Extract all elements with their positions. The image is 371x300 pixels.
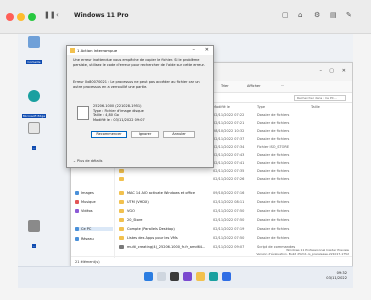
more-icon[interactable]: ··· — [281, 84, 284, 88]
folder-icon — [119, 200, 124, 204]
file-name: 25206.1000 (221028-1951) — [93, 104, 142, 108]
folder-icon — [119, 236, 124, 240]
script-icon — [119, 245, 124, 249]
column-header-size[interactable]: Taille — [311, 105, 320, 109]
item-count: 21 élément(s) — [75, 260, 100, 264]
file-info: 25206.1000 (221028-1951) Type : Fichier … — [93, 104, 145, 122]
file-row[interactable]: Compte (Parallels Desktop) 02/11/2022 07:… — [119, 226, 349, 234]
nav-item-network[interactable]: Réseau — [75, 237, 94, 241]
edge-icon — [28, 90, 40, 102]
evaluation-watermark: Windows 11 Professionnel Insider Preview… — [256, 248, 349, 256]
nav-item-this-pc[interactable]: Ce PC — [75, 227, 113, 231]
column-header-date[interactable]: Modifié le — [213, 105, 230, 109]
folder-icon — [119, 191, 124, 195]
pause-icon[interactable]: ❚❚ — [44, 11, 56, 19]
taskbar: 09:32 03/11/2022 — [18, 266, 353, 288]
music-icon — [75, 200, 79, 204]
folder-icon — [119, 227, 124, 231]
close-icon[interactable]: ✕ — [205, 47, 209, 53]
file-explorer-icon[interactable] — [196, 272, 205, 281]
file-row[interactable]: 20_Store 02/11/2022 07:50 Dossier de fichi… — [119, 217, 349, 225]
nav-item-music[interactable]: Musique — [75, 200, 96, 204]
desktop-icon-edge[interactable]: Microsoft Edge — [19, 90, 49, 121]
file-row[interactable]: UTM (VHDX) 02/11/2022 08:11 Dossier de fic… — [119, 199, 349, 207]
edge-icon[interactable] — [209, 272, 218, 281]
clock[interactable]: 09:32 03/11/2022 — [326, 271, 347, 281]
zoom-button[interactable] — [28, 13, 36, 21]
vm-bottom-bar — [0, 288, 371, 300]
file-row[interactable]: VGO 02/11/2022 07:50 Dossier de fichiers — [119, 208, 349, 216]
close-icon[interactable]: ✕ — [342, 68, 346, 74]
folder-icon — [70, 48, 75, 53]
store-icon[interactable] — [222, 272, 231, 281]
guest-desktop: Corbeille Microsoft Edge ... ... – ▢ ✕ T… — [18, 34, 353, 288]
error-code-message: Erreur 0x80070021 : Le processus ne peut… — [73, 80, 200, 89]
settings-icon[interactable]: ⚙ — [314, 11, 320, 19]
images-icon — [75, 191, 79, 195]
vm-window: ❚❚ ‹ Windows 11 Pro ▢ ⌂ ⚙ ▤ ✎ Corbeille … — [0, 0, 371, 300]
cancel-button[interactable]: Annuler — [163, 131, 195, 138]
close-button[interactable] — [6, 13, 14, 21]
details-toggle[interactable]: ⌄ Plus de détails — [73, 159, 102, 163]
file-error-dialog: 1 Action interrompue – ✕ Une erreur inat… — [66, 45, 214, 168]
task-view-icon[interactable] — [170, 272, 179, 281]
dialog-title: 1 Action interrompue — [77, 48, 118, 53]
folder-icon — [119, 209, 124, 213]
retry-button[interactable]: Recommencer — [91, 131, 127, 138]
desktop-icon-recycle-bin[interactable]: Corbeille — [19, 36, 49, 67]
column-header-type[interactable]: Type — [257, 105, 265, 109]
file-modified: Modifié le : 03/11/2022 09:07 — [93, 117, 145, 122]
computer-icon — [75, 227, 79, 231]
file-row[interactable]: 02/11/2022 07:26 Dossier de fichiers — [119, 176, 349, 184]
vm-titlebar: ❚❚ ‹ Windows 11 Pro ▢ ⌂ ⚙ ▤ ✎ — [0, 0, 371, 34]
search-icon[interactable] — [157, 272, 166, 281]
search-input[interactable]: Rechercher dans : Ce PC... — [294, 95, 346, 101]
widgets-icon[interactable] — [183, 272, 192, 281]
file-row[interactable]: Listes des Apps pour les VMs 02/11/2022 0… — [119, 235, 349, 243]
devices-icon[interactable]: ▤ — [330, 11, 337, 19]
ignore-button[interactable]: Ignorer — [131, 131, 159, 138]
desktop-icon-disk[interactable]: ... — [19, 220, 49, 251]
minimize-icon[interactable]: – — [193, 47, 196, 53]
sort-button[interactable]: Trier — [221, 84, 229, 88]
minimize-button[interactable] — [17, 13, 25, 21]
videos-icon — [75, 209, 79, 213]
folder-icon — [119, 177, 124, 181]
nav-item-images[interactable]: Images — [75, 191, 94, 195]
file-row[interactable]: 02/11/2022 07:35 Dossier de fichiers — [119, 168, 349, 176]
network-icon — [75, 237, 79, 241]
share-icon[interactable]: ⌂ — [298, 11, 302, 19]
file-icon — [28, 122, 40, 134]
error-message: Une erreur inattendue vous empêche de co… — [73, 58, 205, 67]
view-button[interactable]: Afficher — [247, 84, 261, 88]
start-icon[interactable] — [144, 272, 153, 281]
back-icon[interactable]: ‹ — [56, 11, 59, 19]
disk-image-icon — [77, 106, 89, 120]
vm-title: Windows 11 Pro — [74, 12, 129, 19]
dialog-titlebar: 1 Action interrompue – ✕ — [67, 46, 213, 55]
status-bar: 21 élément(s) — [71, 256, 352, 266]
folder-icon — [119, 169, 124, 173]
recycle-bin-icon — [28, 36, 40, 48]
wrench-icon[interactable]: ✎ — [346, 11, 352, 19]
minimize-icon[interactable]: – — [320, 68, 323, 74]
maximize-icon[interactable]: ▢ — [329, 68, 334, 74]
screenshot-icon[interactable]: ▢ — [282, 11, 289, 19]
file-row[interactable]: MAC 14 AIO activate Windows et office 09/… — [119, 190, 349, 198]
folder-icon — [119, 218, 124, 222]
desktop-icon-file[interactable]: ... — [19, 122, 49, 153]
nav-item-videos[interactable]: Vidéos — [75, 209, 93, 213]
disk-image-icon — [28, 220, 40, 232]
